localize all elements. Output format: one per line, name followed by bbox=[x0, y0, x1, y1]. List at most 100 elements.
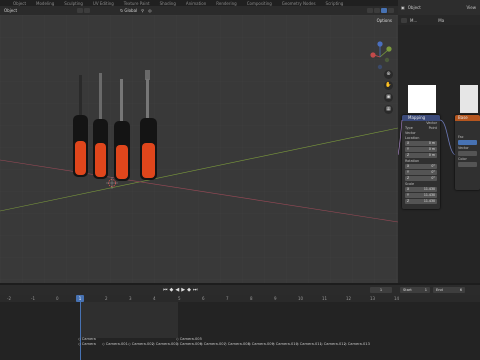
zoom-icon[interactable]: ⊕ bbox=[384, 70, 393, 79]
scale-z-field[interactable]: Z 11.430 bbox=[405, 199, 437, 204]
tick-12: 10 bbox=[298, 296, 304, 301]
perspective-grid-icon[interactable]: ▦ bbox=[384, 105, 393, 114]
tick-6: 4 bbox=[153, 296, 156, 301]
proportional-icon[interactable]: ◎ bbox=[148, 8, 152, 13]
orientation-label: Global bbox=[124, 8, 138, 13]
side-panel-header: ▣ Object View bbox=[398, 0, 480, 15]
playhead[interactable] bbox=[80, 302, 81, 360]
tab-0[interactable]: Object bbox=[12, 1, 27, 6]
transform-orientation[interactable]: ↻ Global bbox=[120, 8, 137, 13]
start-frame-field[interactable]: Start 1 bbox=[400, 287, 430, 293]
tab-10[interactable]: Scripting bbox=[325, 1, 345, 6]
image-node-field-2[interactable] bbox=[458, 162, 477, 167]
tab-3[interactable]: UV Editing bbox=[92, 1, 115, 6]
options-dropdown[interactable]: Options bbox=[377, 18, 392, 23]
marker-1[interactable]: Camera bbox=[78, 342, 96, 346]
view-menu-chips bbox=[77, 8, 91, 13]
jump-end-icon[interactable]: ⏭ bbox=[193, 287, 198, 293]
image-node-field-1[interactable] bbox=[458, 151, 477, 156]
prev-key-icon[interactable]: ◆ bbox=[170, 287, 174, 293]
current-frame-field[interactable]: 1 bbox=[370, 287, 392, 293]
tick-5: 3 bbox=[129, 296, 132, 301]
frame-ruler[interactable]: -2 -1 0 2 3 4 5 6 7 8 9 10 11 12 13 14 bbox=[0, 295, 480, 302]
current-frame-indicator[interactable]: 1 bbox=[76, 295, 84, 302]
tab-4[interactable]: Texture Paint bbox=[123, 1, 151, 6]
timeline-header: ⏮ ◆ ◀ ▶ ◆ ⏭ 1 Start 1 End 6 bbox=[0, 285, 480, 295]
marker-2[interactable]: Camera.001 bbox=[102, 342, 128, 346]
frame-range-strip bbox=[80, 302, 178, 338]
marker-7[interactable]: Camera.007 bbox=[200, 342, 226, 346]
tab-1[interactable]: Modeling bbox=[35, 1, 55, 6]
image-node-field-0[interactable] bbox=[458, 140, 477, 145]
tick-1: -1 bbox=[31, 296, 35, 301]
texture-preview-2 bbox=[460, 85, 478, 113]
tick-8: 6 bbox=[202, 296, 205, 301]
3d-viewport[interactable]: Options ⊕ ✋ ▣ ▦ bbox=[0, 15, 398, 283]
view-chip[interactable] bbox=[77, 8, 84, 13]
material-tag[interactable]: Ma bbox=[438, 18, 444, 23]
view-menu[interactable]: View bbox=[467, 5, 477, 10]
scale-z-axis: Z bbox=[407, 199, 410, 203]
play-icon[interactable]: ▶ bbox=[181, 287, 185, 293]
playback-controls: ⏮ ◆ ◀ ▶ ◆ ⏭ bbox=[163, 287, 197, 293]
scale-y-axis: Y bbox=[407, 193, 409, 197]
tab-2[interactable]: Sculpting bbox=[63, 1, 84, 6]
play-reverse-icon[interactable]: ◀ bbox=[175, 287, 179, 293]
tab-5[interactable]: Shading bbox=[159, 1, 177, 6]
pan-hand-icon[interactable]: ✋ bbox=[384, 81, 393, 90]
tab-9[interactable]: Geometry Nodes bbox=[281, 1, 317, 6]
tick-13: 11 bbox=[322, 296, 328, 301]
current-frame-value: 1 bbox=[379, 288, 383, 292]
marker-4[interactable]: Camera.003 bbox=[152, 342, 178, 346]
tick-16: 14 bbox=[394, 296, 400, 301]
tab-8[interactable]: Compositing bbox=[246, 1, 273, 6]
material-slot-label[interactable]: M... bbox=[410, 18, 417, 23]
image-texture-node[interactable]: Base Fac Vector Color bbox=[455, 115, 480, 190]
select-chip[interactable] bbox=[84, 8, 91, 13]
shading-material[interactable] bbox=[381, 8, 387, 13]
marker-8[interactable]: Camera.008 bbox=[224, 342, 250, 346]
scale-z-value: 11.430 bbox=[423, 199, 435, 203]
texture-preview bbox=[408, 85, 436, 113]
material-icon bbox=[401, 17, 407, 23]
tick-9: 7 bbox=[226, 296, 229, 301]
marker-12[interactable]: Camera.012 bbox=[320, 342, 346, 346]
timeline[interactable]: -2 -1 0 2 3 4 5 6 7 8 9 10 11 12 13 14 1… bbox=[0, 295, 480, 360]
orientation-icon: ↻ bbox=[120, 8, 124, 13]
shading-wire[interactable] bbox=[367, 8, 373, 13]
snap-icon[interactable]: ⚲ bbox=[141, 8, 144, 13]
marker-6[interactable]: Camera.006 bbox=[176, 342, 202, 346]
viewport-header: Object ↻ Global ⚲ ◎ bbox=[0, 6, 398, 15]
marker-10[interactable]: Camera.010 bbox=[272, 342, 298, 346]
marker-11[interactable]: Camera.011 bbox=[296, 342, 322, 346]
mode-label: Object bbox=[4, 8, 18, 13]
end-value: 6 bbox=[459, 288, 462, 292]
marker-9[interactable]: Camera.009 bbox=[248, 342, 274, 346]
tick-10: 8 bbox=[250, 296, 253, 301]
image-node-title[interactable]: Base bbox=[455, 115, 480, 121]
material-slot-row: M... Ma bbox=[398, 15, 480, 25]
camera-view-icon[interactable]: ▣ bbox=[384, 93, 393, 102]
marker-5[interactable]: Camera.005 bbox=[176, 337, 202, 341]
marker-3[interactable]: Camera.002 bbox=[128, 342, 154, 346]
side-panel-mode[interactable]: Object bbox=[408, 5, 421, 10]
scale-y-value: 11.430 bbox=[423, 193, 435, 197]
viewport-canvas bbox=[0, 15, 398, 283]
tick-15: 13 bbox=[370, 296, 376, 301]
marker-13[interactable]: Camera.013 bbox=[344, 342, 370, 346]
marker-0[interactable]: Camera bbox=[78, 337, 96, 341]
next-key-icon[interactable]: ◆ bbox=[187, 287, 191, 293]
tick-2: 0 bbox=[56, 296, 59, 301]
tick-0: -2 bbox=[7, 296, 11, 301]
mode-select[interactable]: Object bbox=[4, 8, 17, 13]
end-label: End bbox=[436, 288, 443, 292]
jump-start-icon[interactable]: ⏮ bbox=[163, 287, 168, 293]
shading-render[interactable] bbox=[388, 8, 394, 13]
scale-y-field[interactable]: Y 11.430 bbox=[405, 193, 437, 198]
tab-7[interactable]: Rendering bbox=[215, 1, 237, 6]
shading-solid[interactable] bbox=[374, 8, 380, 13]
tab-6[interactable]: Animation bbox=[185, 1, 207, 6]
tick-7: 5 bbox=[178, 296, 181, 301]
object-icon: ▣ bbox=[401, 5, 405, 10]
end-frame-field[interactable]: End 6 bbox=[433, 287, 465, 293]
